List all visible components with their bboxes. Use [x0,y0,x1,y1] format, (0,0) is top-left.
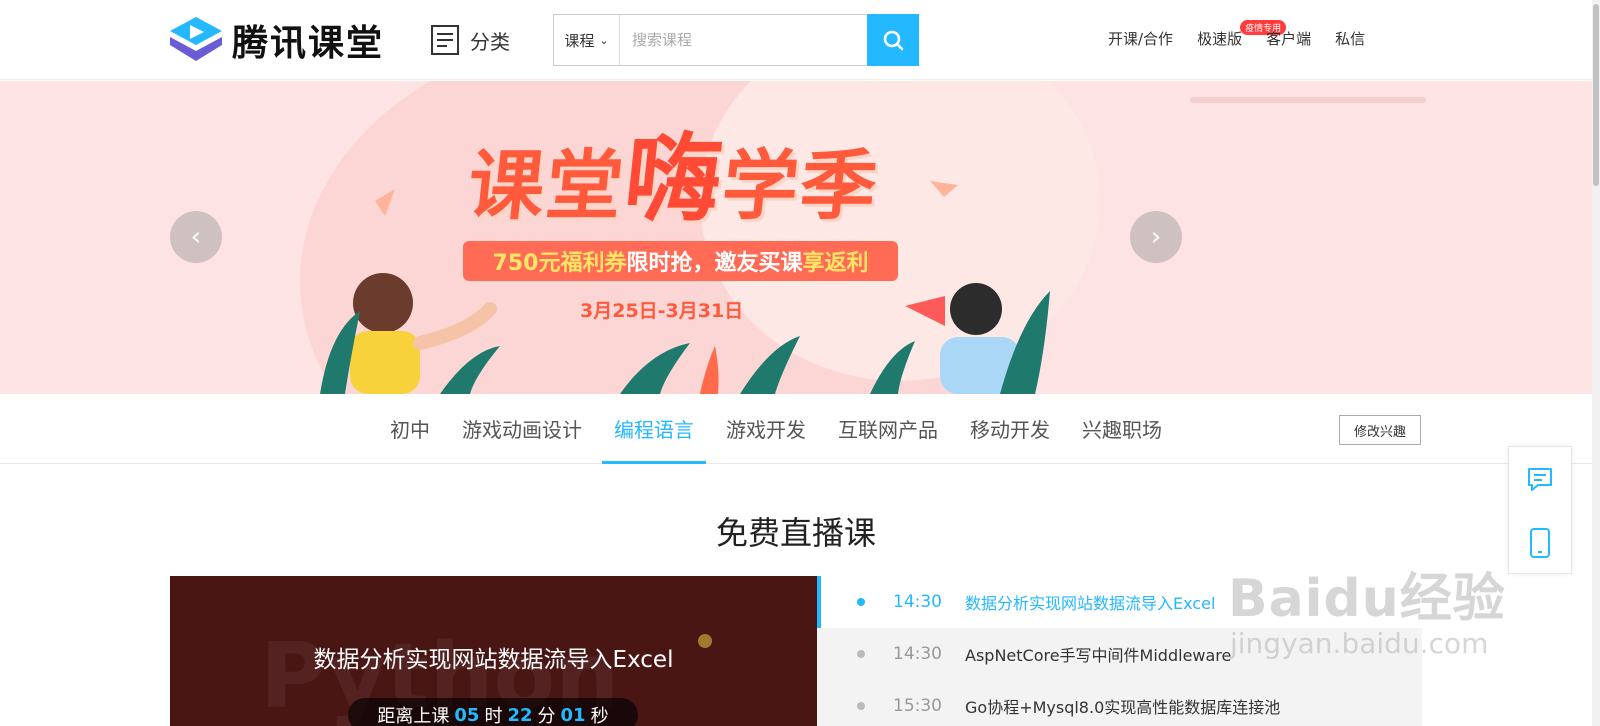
banner-date: 3月25日-3月31日 [580,296,743,323]
search-input[interactable] [620,15,867,65]
search-scope-label: 课程 [564,31,595,50]
tab-game-dev[interactable]: 游戏开发 [726,414,806,464]
tab-list: 初中 游戏动画设计 编程语言 游戏开发 互联网产品 移动开发 兴趣职场 [390,414,1194,464]
link-lite-version-label: 极速版 [1197,30,1243,48]
schedule-time: 14:30 [893,592,942,612]
edit-interests-button[interactable]: 修改兴趣 [1339,415,1421,445]
baidu-watermark: Baidu经验 jingyan.baidu.com [1228,556,1506,660]
chevron-right-icon: › [1150,222,1162,252]
countdown-prefix: 距离上课 [377,706,450,726]
live-course-title: 数据分析实现网站数据流导入Excel [313,647,674,673]
banner-prev-button[interactable]: ‹ [170,211,222,263]
mobile-app-button[interactable] [1509,511,1571,575]
schedule-course-name: AspNetCore手写中间件Middleware [965,646,1232,665]
tab-junior-high[interactable]: 初中 [390,414,430,464]
tab-internet-product[interactable]: 互联网产品 [838,414,938,464]
countdown-minutes: 22 [507,704,533,726]
chat-icon [1528,468,1552,491]
countdown-seconds-unit: 秒 [590,706,609,726]
countdown-hours-unit: 时 [484,706,503,726]
schedule-item[interactable]: 15:30 Go协程+Mysql8.0实现高性能数据库连接池 [817,680,1422,726]
search-icon [883,30,904,51]
timeline-dot [857,650,865,658]
scrollbar-thumb[interactable] [1593,4,1599,186]
link-open-course[interactable]: 开课/合作 [1108,28,1173,49]
feedback-button[interactable] [1509,447,1571,511]
link-messages[interactable]: 私信 [1335,28,1365,49]
banner-promo: 750元福利券 限时抢，邀友买课 享返利 [463,241,898,281]
timeline-dot [857,598,865,606]
schedule-course-name: 数据分析实现网站数据流导入Excel [965,594,1216,613]
schedule-course-name: Go协程+Mysql8.0实现高性能数据库连接池 [965,698,1281,717]
logo[interactable]: 腾讯课堂 [168,14,384,66]
banner-date-text: 3月25日-3月31日 [580,300,744,322]
section-title: 免费直播课 [715,514,876,552]
tab-programming[interactable]: 编程语言 [602,414,706,464]
category-button[interactable]: 分类 [430,24,510,56]
side-float-toolbar [1508,446,1572,574]
banner-next-button[interactable]: › [1130,211,1182,263]
chevron-left-icon: ‹ [190,222,202,252]
live-course-card[interactable]: Python 数据分析实现网站数据流导入Excel 距离上课 05 时 22 分… [170,576,817,726]
link-client[interactable]: 客户端 [1266,28,1311,49]
banner-title-part2: 嗨 [619,123,729,235]
tab-mobile-dev[interactable]: 移动开发 [970,414,1050,464]
countdown-hours: 05 [454,704,480,726]
page-scrollbar[interactable] [1592,0,1600,726]
countdown: 距离上课 05 时 22 分 01 秒 [348,698,638,726]
banner-promo-highlight: 750元福利券 [492,251,627,276]
banner-title-part3: 学季 [717,141,884,230]
tencent-classroom-play-icon [170,17,222,61]
banner-title-part1: 课堂 [463,141,630,230]
watermark-line2: jingyan.baidu.com [1230,627,1489,660]
banner-title: 课堂嗨学季 [463,101,888,240]
countdown-seconds: 01 [560,704,586,726]
search-bar: 课程 ⌄ [553,14,919,66]
link-lite-version[interactable]: 极速版 疫情专用 [1197,20,1287,49]
search-button[interactable] [867,14,919,66]
search-scope-select[interactable]: 课程 ⌄ [554,15,620,65]
interest-tabs: 初中 游戏动画设计 编程语言 游戏开发 互联网产品 移动开发 兴趣职场 修改兴趣 [0,394,1592,464]
logo-text: 腾讯课堂 [232,23,385,64]
list-icon [431,25,459,55]
mobile-icon [1530,528,1550,558]
category-label: 分类 [470,29,510,54]
banner-promo-middle: 限时抢，邀友买课 [626,251,803,276]
countdown-minutes-unit: 分 [537,706,556,726]
tab-interest-career[interactable]: 兴趣职场 [1082,414,1162,464]
schedule-time: 14:30 [893,644,942,664]
tab-game-animation[interactable]: 游戏动画设计 [462,414,582,464]
banner-promo-end: 享返利 [802,251,869,276]
header-nav: 开课/合作 极速版 疫情专用 客户端 私信 [1108,20,1389,49]
timeline-dot [857,702,865,710]
promo-banner[interactable]: 课堂嗨学季 750元福利券 限时抢，邀友买课 享返利 3月25日-3月31日 ‹… [0,81,1592,394]
chevron-down-icon: ⌄ [599,33,609,47]
schedule-time: 15:30 [893,696,942,716]
watermark-line1: Baidu经验 [1228,569,1506,629]
header: 腾讯课堂 分类 课程 ⌄ 开课/合作 极速版 疫情专用 客户端 私信 [0,0,1592,80]
